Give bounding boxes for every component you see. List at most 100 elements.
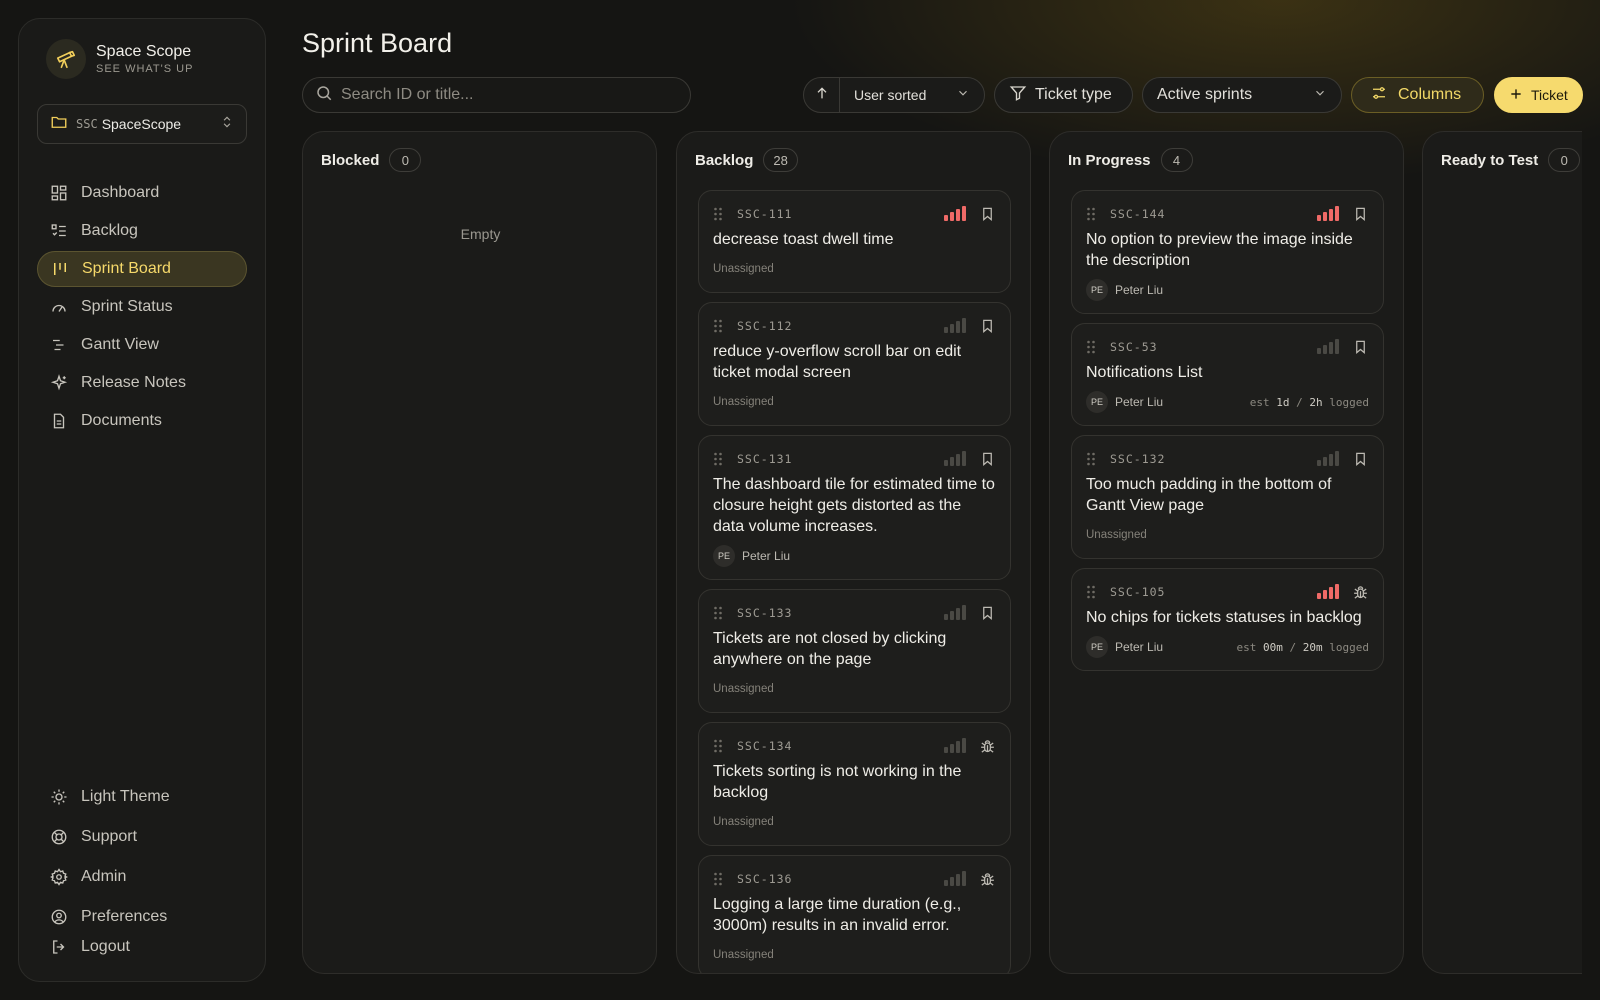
assignee-unassigned: Unassigned — [713, 263, 774, 275]
columns-button[interactable]: Columns — [1351, 77, 1484, 113]
drag-handle-icon[interactable] — [713, 739, 723, 753]
columns-label: Columns — [1398, 86, 1462, 103]
bookmark-icon[interactable] — [978, 450, 996, 468]
priority-bar — [956, 874, 960, 886]
nav-item-backlog[interactable]: Backlog — [37, 213, 247, 249]
sort-select[interactable]: User sorted — [854, 87, 956, 103]
ticket-card[interactable]: SSC-112 reduce y-overflow scroll bar on e… — [698, 302, 1011, 426]
priority-bar — [944, 880, 948, 886]
nav-item-gantt-view[interactable]: Gantt View — [37, 327, 247, 363]
bookmark-icon[interactable] — [978, 205, 996, 223]
ticket-card[interactable]: SSC-136 Logging a large time duration (e.… — [698, 855, 1011, 973]
drag-handle-icon[interactable] — [1086, 585, 1096, 599]
brand-name: Space Scope — [96, 43, 192, 60]
project-selector[interactable]: SSC SpaceScope — [37, 104, 247, 144]
ticket-card[interactable]: SSC-133 Tickets are not closed by clickin… — [698, 589, 1011, 713]
priority-bar — [944, 327, 948, 333]
drag-handle-icon[interactable] — [713, 606, 723, 620]
sliders-icon — [1370, 84, 1388, 107]
bookmark-icon[interactable] — [1351, 450, 1369, 468]
search-box[interactable] — [302, 77, 691, 113]
bookmark-icon[interactable] — [1351, 338, 1369, 356]
nav-item-dashboard[interactable]: Dashboard — [37, 175, 247, 211]
card-header: SSC-136 — [713, 868, 996, 890]
ticket-id: SSC-53 — [1110, 340, 1158, 354]
nav-item-sprint-status[interactable]: Sprint Status — [37, 289, 247, 325]
bookmark-icon[interactable] — [978, 604, 996, 622]
priority-high-icon — [1315, 206, 1339, 221]
ticket-title: Tickets sorting is not working in the ba… — [713, 763, 962, 801]
nav-item-documents[interactable]: Documents — [37, 403, 247, 439]
logout-button[interactable]: Logout — [37, 929, 247, 965]
bug-icon[interactable] — [978, 737, 996, 755]
nav-item-light-theme[interactable]: Light Theme — [37, 779, 247, 815]
card-footer: Unassigned — [713, 678, 996, 700]
avatar: PE — [1086, 636, 1108, 658]
priority-bar — [950, 212, 954, 221]
drag-handle-icon[interactable] — [713, 207, 723, 221]
sprint-filter-select[interactable]: Active sprints — [1142, 77, 1342, 113]
assignee-name: Peter Liu — [1115, 283, 1164, 297]
column-blocked: Blocked 0 Empty — [302, 131, 657, 974]
nav-item-release-notes[interactable]: Release Notes — [37, 365, 247, 401]
card-header: SSC-105 — [1086, 581, 1369, 603]
column-count-badge: 0 — [1548, 148, 1581, 172]
nav-label: Sprint Board — [82, 260, 171, 277]
priority-bar — [1335, 584, 1339, 599]
nav-item-admin[interactable]: Admin — [37, 859, 247, 895]
ticket-card[interactable]: SSC-144 No option to preview the image in… — [1071, 190, 1384, 314]
assignee-name: Peter Liu — [742, 549, 791, 563]
drag-handle-icon[interactable] — [1086, 207, 1096, 221]
avatar: PE — [1086, 279, 1108, 301]
ticket-type-filter[interactable]: Ticket type — [994, 77, 1133, 113]
drag-handle-icon[interactable] — [713, 452, 723, 466]
main-nav: Dashboard Backlog Sprint Board Sprint St… — [37, 175, 247, 441]
brand[interactable]: Space Scope SEE WHAT'S UP — [46, 39, 193, 79]
drag-handle-icon[interactable] — [1086, 452, 1096, 466]
ticket-card[interactable]: SSC-134 Tickets sorting is not working in… — [698, 722, 1011, 846]
priority-medium-icon — [1315, 451, 1339, 466]
sort-control: User sorted — [803, 77, 985, 113]
bookmark-icon[interactable] — [1351, 205, 1369, 223]
priority-medium-icon — [942, 451, 966, 466]
logout-icon — [49, 937, 69, 957]
priority-bar — [956, 321, 960, 333]
nav-item-sprint-board[interactable]: Sprint Board — [37, 251, 247, 287]
sort-direction-button[interactable] — [804, 78, 840, 112]
bug-icon[interactable] — [1351, 583, 1369, 601]
ticket-title: The dashboard tile for estimated time to… — [713, 476, 995, 535]
ticket-id: SSC-133 — [737, 606, 793, 620]
sidebar: Space Scope SEE WHAT'S UP SSC SpaceScope… — [18, 18, 266, 982]
drag-handle-icon[interactable] — [1086, 340, 1096, 354]
drag-handle-icon[interactable] — [713, 319, 723, 333]
priority-bar — [1317, 460, 1321, 466]
card-footer: PE Peter Liu — [713, 545, 996, 567]
nav-item-support[interactable]: Support — [37, 819, 247, 855]
card-header: SSC-134 — [713, 735, 996, 757]
priority-bar — [1317, 593, 1321, 599]
ticket-card[interactable]: SSC-105 No chips for tickets statuses in … — [1071, 568, 1384, 671]
ticket-id: SSC-144 — [1110, 207, 1166, 221]
bug-icon[interactable] — [978, 870, 996, 888]
card-header: SSC-53 — [1086, 336, 1369, 358]
search-icon — [315, 84, 333, 107]
est-prefix: est — [1236, 640, 1257, 654]
new-ticket-button[interactable]: Ticket — [1494, 77, 1583, 113]
ticket-card[interactable]: SSC-132 Too much padding in the bottom of… — [1071, 435, 1384, 559]
folder-icon — [50, 113, 68, 136]
search-input[interactable] — [341, 86, 671, 104]
logged-suffix: logged — [1329, 640, 1369, 654]
column-title: In Progress — [1068, 151, 1151, 169]
priority-bar — [962, 871, 966, 886]
drag-handle-icon[interactable] — [713, 872, 723, 886]
column-header: Blocked 0 — [321, 148, 422, 172]
bookmark-icon[interactable] — [978, 317, 996, 335]
document-icon — [49, 411, 69, 431]
ticket-card[interactable]: SSC-131 The dashboard tile for estimated … — [698, 435, 1011, 580]
ticket-card[interactable]: SSC-53 Notifications List PE Peter Liu est 1… — [1071, 323, 1384, 426]
ticket-title: reduce y-overflow scroll bar on edit tic… — [713, 343, 962, 381]
priority-bar — [962, 451, 966, 466]
logged-suffix: logged — [1329, 395, 1369, 409]
ticket-card[interactable]: SSC-111 decrease toast dwell time Unassign… — [698, 190, 1011, 293]
priority-bar — [1335, 451, 1339, 466]
